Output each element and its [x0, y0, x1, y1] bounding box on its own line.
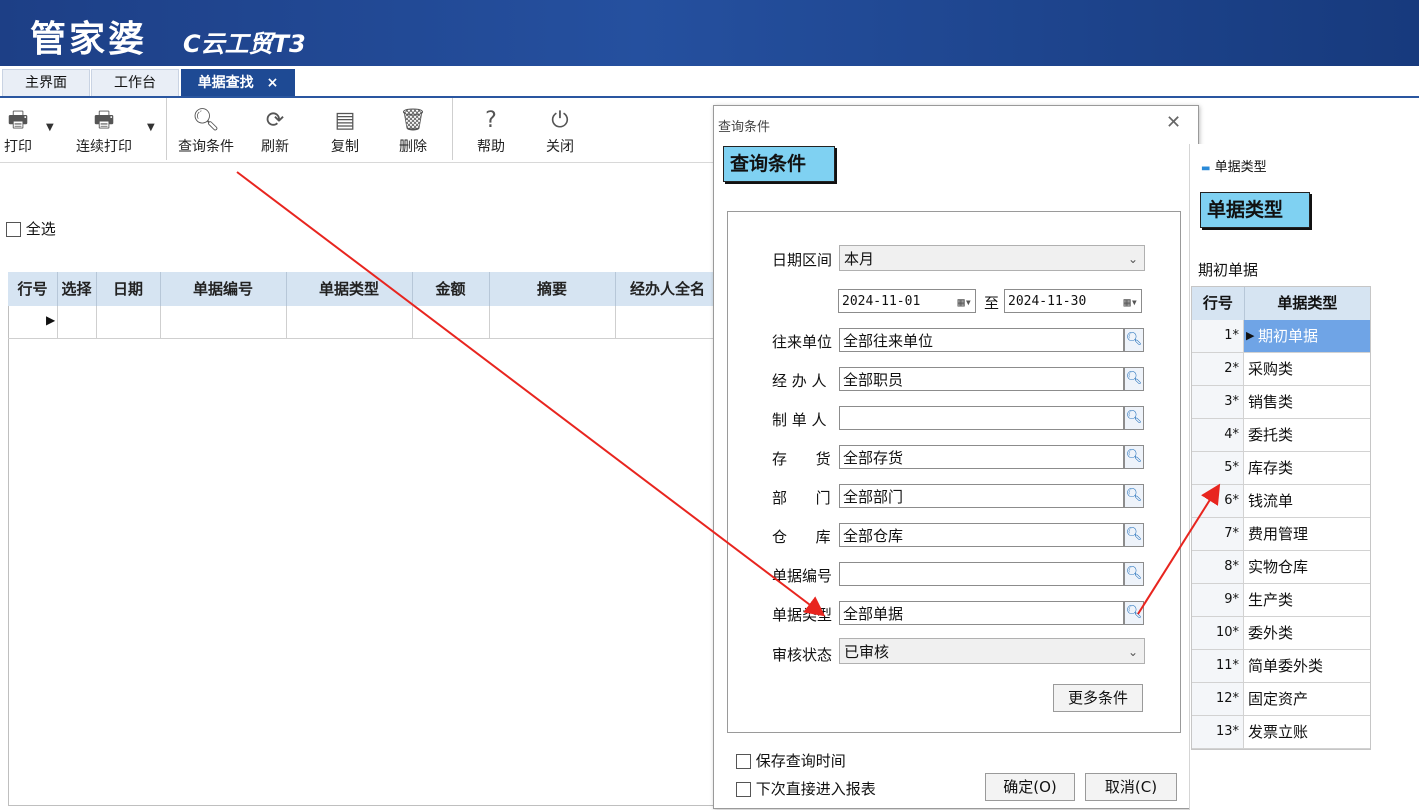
arrow-doctype-to-list	[1137, 483, 1221, 615]
arrow-query-to-doctype	[236, 171, 826, 617]
annotation-arrows	[236, 171, 1221, 617]
